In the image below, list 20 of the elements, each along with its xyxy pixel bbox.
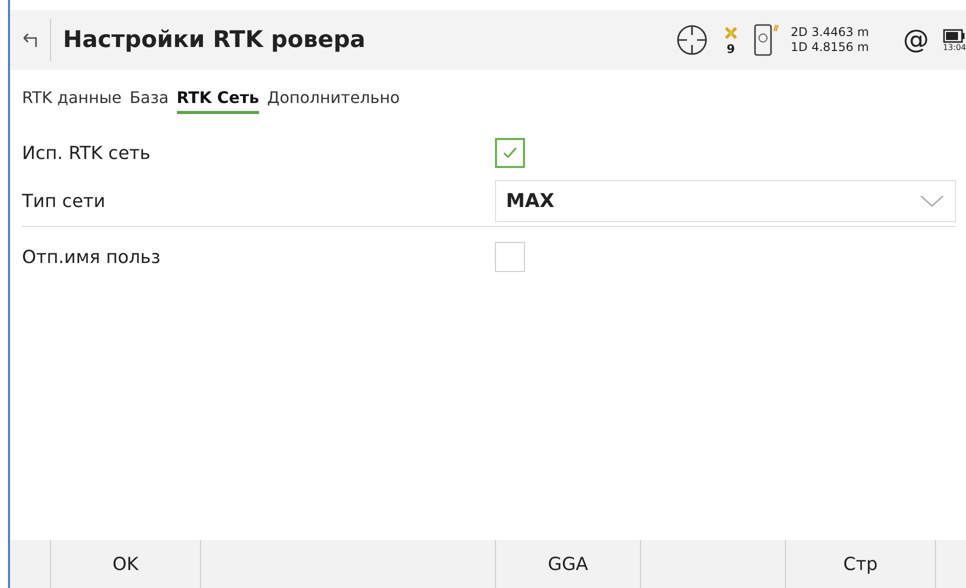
clock: 13:04 — [942, 42, 966, 52]
checkbox[interactable] — [495, 242, 525, 272]
field-label: Отп.имя польз — [22, 246, 162, 268]
tab[interactable]: База — [130, 88, 169, 114]
battery-icon[interactable] — [943, 28, 966, 42]
field-label: Исп. RTK сеть — [22, 142, 152, 164]
chevron-down-icon — [919, 194, 945, 208]
crosshair-icon[interactable] — [674, 23, 709, 57]
back-icon[interactable] — [22, 32, 40, 48]
satellite-count: 9 — [726, 43, 735, 55]
network-type-dropdown[interactable]: MAX — [495, 180, 956, 222]
checkbox[interactable] — [495, 138, 525, 168]
precision-1d: 1D 4.8156 m — [790, 40, 869, 55]
tab[interactable]: Дополнительно — [267, 88, 400, 114]
at-indicator[interactable]: @ — [902, 25, 929, 55]
field-label: Тип сети — [22, 190, 106, 212]
window-title: Настройки RTK ровера — [63, 27, 366, 53]
tab[interactable]: RTK данные — [22, 88, 122, 114]
precision-2d: 2D 3.4463 m — [790, 25, 869, 40]
tab[interactable]: RTK Сеть — [176, 88, 260, 114]
